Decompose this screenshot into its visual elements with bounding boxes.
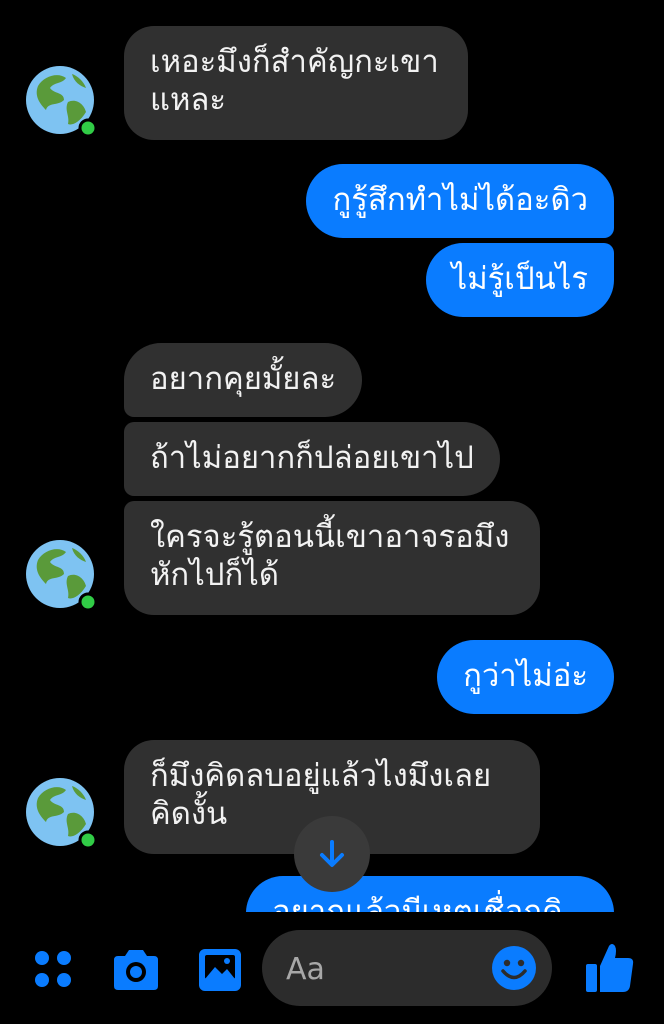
contact-avatar[interactable] — [24, 538, 100, 614]
message-bubble-outgoing[interactable]: ไม่รู้เป็นไร — [425, 243, 614, 317]
message-bubble-outgoing[interactable]: อยากแล้วมีเหตุเชื่อกคิ — [246, 876, 614, 912]
gallery-button[interactable] — [196, 946, 244, 998]
message-bubble-incoming[interactable]: ถ้าไม่อยากก็ปล่อยเขาไป — [124, 422, 500, 496]
message-bubble-outgoing[interactable]: กูว่าไม่อ่ะ — [437, 640, 614, 714]
contact-avatar[interactable] — [24, 64, 100, 140]
four-dots-icon — [35, 951, 71, 987]
more-actions-button[interactable] — [32, 948, 76, 996]
contact-avatar[interactable] — [24, 776, 100, 852]
smile-icon — [492, 946, 536, 990]
message-bubble-incoming[interactable]: ใครจะรู้ตอนนี้เขาอาจรอมึง หักไปก็ได้ — [124, 501, 540, 615]
arrow-down-icon — [320, 840, 344, 867]
message-list[interactable]: เหอะมึงก็สำคัญกะเขา แหละ กูรู้สึกทำไม่ได… — [0, 0, 664, 912]
message-bubble-outgoing[interactable]: กูรู้สึกทำไม่ได้อะดิว — [306, 164, 614, 238]
message-bubble-incoming[interactable]: อยากคุยมั้ยละ — [124, 343, 363, 417]
globe-avatar-icon — [26, 540, 98, 612]
thumbs-up-icon — [586, 944, 634, 992]
emoji-button[interactable] — [490, 944, 538, 992]
globe-avatar-icon — [26, 66, 98, 138]
message-input-container[interactable] — [262, 930, 552, 1006]
camera-button[interactable] — [110, 946, 162, 998]
like-button[interactable] — [584, 940, 636, 1000]
scroll-to-bottom-button[interactable] — [294, 816, 370, 892]
camera-icon — [114, 950, 158, 990]
image-icon — [199, 949, 241, 991]
message-input[interactable] — [284, 944, 488, 994]
message-bubble-incoming[interactable]: เหอะมึงก็สำคัญกะเขา แหละ — [124, 26, 468, 140]
globe-avatar-icon — [26, 778, 98, 850]
